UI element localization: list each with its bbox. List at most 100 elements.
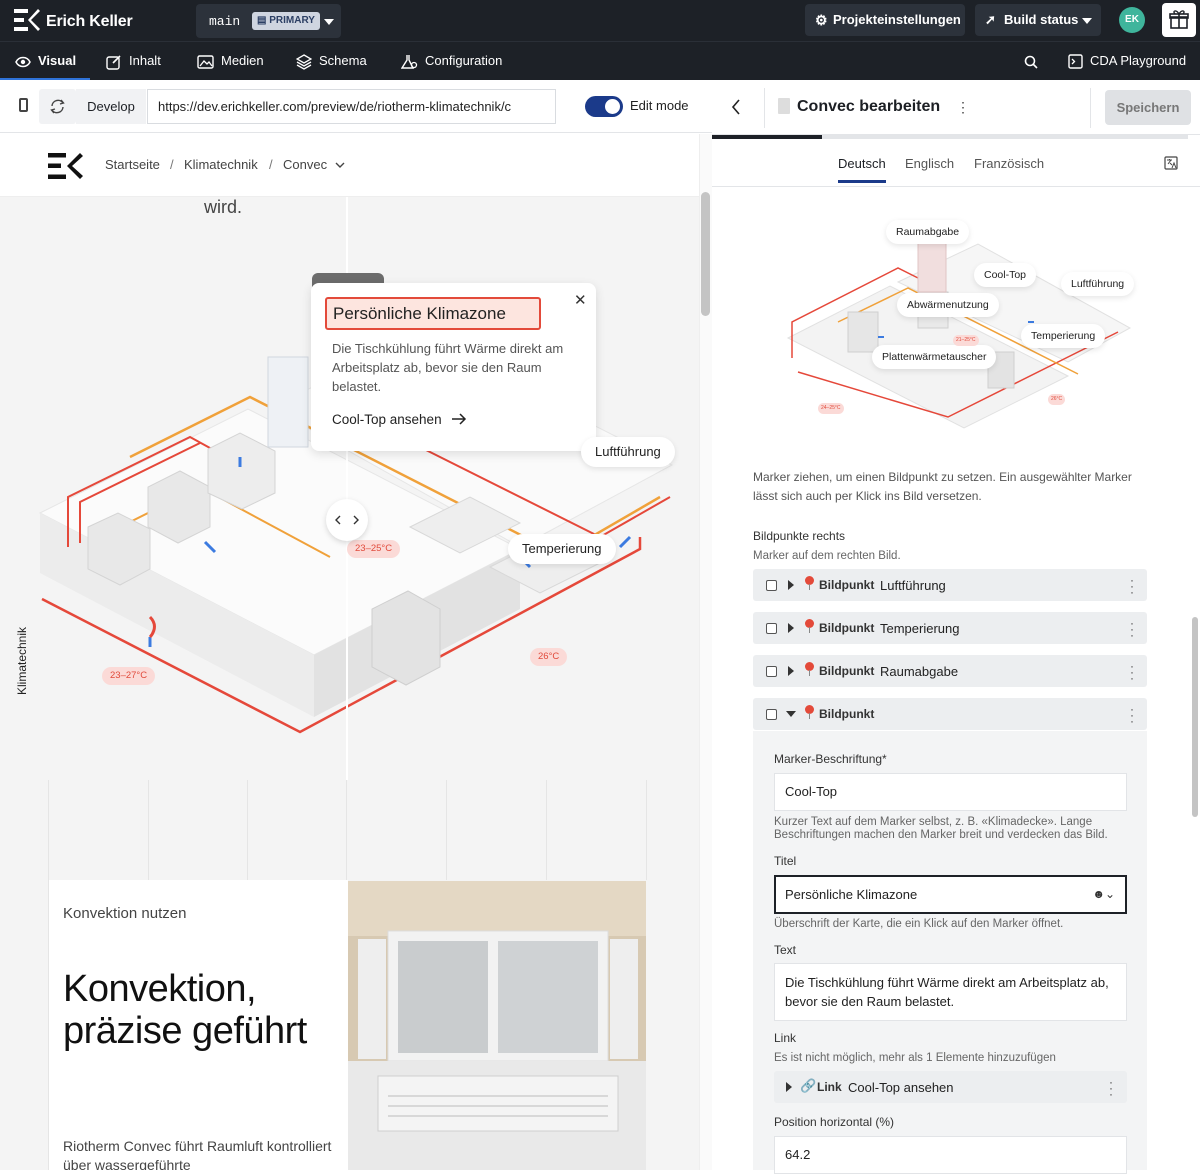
more-options-icon[interactable]: · · ·: [1109, 1076, 1113, 1100]
breadcrumb-klimatechnik[interactable]: Klimatechnik: [184, 157, 258, 172]
environment-selector[interactable]: Develop: [76, 89, 146, 124]
branch-selector[interactable]: main ▤ PRIMARY: [196, 4, 341, 38]
terminal-icon: [1068, 54, 1083, 69]
link-reference-row[interactable]: 🔗 Link Cool-Top ansehen · · ·: [774, 1071, 1127, 1103]
marker-image-thumbnail[interactable]: [778, 212, 1138, 432]
user-avatar[interactable]: EK: [1119, 7, 1145, 33]
thumb-marker-temperierung[interactable]: Temperierung: [1021, 324, 1106, 348]
bildpunkt-row-expanded[interactable]: Bildpunkt · · ·: [753, 698, 1147, 730]
breadcrumb-separator: /: [269, 157, 273, 172]
breadcrumb-separator: /: [170, 157, 174, 172]
marker-label-input[interactable]: Cool-Top: [774, 773, 1127, 811]
close-icon[interactable]: ✕: [574, 291, 587, 309]
thumb-temperature-badge: 26°C: [1048, 394, 1066, 405]
marker-popup-card: Persönliche Klimazone ✕ Die Tischkühlung…: [311, 283, 596, 451]
breadcrumb-convec[interactable]: Convec: [283, 157, 327, 172]
position-horizontal-label: Position horizontal (%): [774, 1115, 895, 1129]
reload-button[interactable]: [39, 89, 76, 124]
row-checkbox[interactable]: [766, 666, 777, 677]
popup-link-label: Cool-Top ansehen: [332, 412, 442, 427]
bildpunkt-kind: Bildpunkt: [819, 621, 875, 635]
project-settings-button[interactable]: ⚙ Projekteinstellungen: [805, 4, 965, 36]
build-status-button[interactable]: ➚ Build status: [975, 4, 1101, 36]
more-options-icon[interactable]: · · ·: [1130, 574, 1134, 598]
thumb-marker-luftfuehrung[interactable]: Luftführung: [1061, 272, 1135, 296]
expand-chevron-icon[interactable]: [788, 666, 794, 676]
mobile-device-icon[interactable]: [19, 98, 28, 112]
chevron-down-icon[interactable]: [335, 162, 345, 168]
popup-title[interactable]: Persönliche Klimazone: [325, 297, 541, 330]
preview-url-field[interactable]: https://dev.erichkeller.com/preview/de/r…: [147, 89, 556, 124]
edit-icon: [106, 54, 121, 70]
breadcrumb-startseite[interactable]: Startseite: [105, 157, 160, 172]
bildpunkt-row[interactable]: Bildpunkt Temperierung · · ·: [753, 612, 1147, 644]
bildpunkt-row[interactable]: Bildpunkt Luftführung · · ·: [753, 569, 1147, 601]
expand-chevron-icon[interactable]: [788, 623, 794, 633]
bildpunkt-row[interactable]: Bildpunkt Raumabgabe · · ·: [753, 655, 1147, 687]
editor-scrollbar[interactable]: [1188, 187, 1200, 1170]
bildpunkt-kind: Bildpunkt: [819, 707, 875, 721]
link-kind: Link: [817, 1080, 842, 1094]
position-horizontal-input[interactable]: 64.2: [774, 1136, 1127, 1174]
thumb-marker-plattenwaermetauscher[interactable]: Plattenwärmetauscher: [872, 345, 997, 369]
arrow-right-icon: [452, 413, 467, 425]
nav-schema[interactable]: Schema: [296, 42, 367, 81]
expand-chevron-icon[interactable]: [788, 580, 794, 590]
expand-chevron-icon[interactable]: [786, 1082, 792, 1092]
tab-deutsch[interactable]: Deutsch: [838, 156, 886, 183]
row-checkbox[interactable]: [766, 580, 777, 591]
rocket-icon: ➚: [985, 12, 996, 27]
more-options-icon[interactable]: · · ·: [1130, 660, 1134, 684]
popup-description: Die Tischkühlung führt Wärme direkt am A…: [332, 341, 564, 394]
grid-cell: [49, 780, 149, 880]
thumb-marker-cool-top[interactable]: Cool-Top: [974, 263, 1037, 287]
grid-cell: [547, 780, 647, 880]
tab-franzoesisch[interactable]: Französisch: [974, 156, 1044, 171]
primary-badge-label: PRIMARY: [269, 15, 315, 26]
compare-slider-handle[interactable]: [326, 499, 368, 541]
nav-configuration-label: Configuration: [425, 53, 503, 68]
whats-new-button[interactable]: [1162, 3, 1196, 37]
site-logo-icon[interactable]: [48, 153, 84, 179]
locale-tabs: Deutsch Englisch Französisch: [712, 135, 1200, 187]
erich-keller-logo-icon: [14, 9, 40, 31]
collapse-chevron-icon[interactable]: [786, 711, 796, 717]
title-help: Überschrift der Karte, die ein Klick auf…: [774, 918, 1064, 930]
title-input[interactable]: Persönliche Klimazone ☻⌄: [774, 875, 1127, 914]
more-options-icon[interactable]: ⋮: [956, 99, 970, 116]
nav-configuration[interactable]: Configuration: [401, 42, 502, 81]
temperature-badge: 23–25°C: [347, 540, 401, 558]
preview-scrollbar[interactable]: [699, 134, 712, 1170]
popup-link[interactable]: Cool-Top ansehen: [332, 412, 467, 427]
back-arrow-icon[interactable]: [731, 98, 741, 116]
page-preview: Startseite / Klimatechnik / Convec wird.…: [0, 134, 699, 1170]
nav-cda-playground[interactable]: CDA Playground: [1068, 42, 1186, 81]
marker-luftfuehrung[interactable]: Luftführung: [581, 437, 675, 467]
bildpunkt-title: Raumabgabe: [880, 664, 959, 679]
thumb-temperature-badge: 21–25°C: [953, 335, 979, 346]
branch-name: main: [209, 14, 241, 29]
row-checkbox[interactable]: [766, 623, 777, 634]
nav-medien-label: Medien: [221, 53, 264, 68]
more-options-icon[interactable]: · · ·: [1130, 617, 1134, 641]
top-bar: Erich Keller main ▤ PRIMARY ⚙ Projektein…: [0, 0, 1200, 41]
translate-icon[interactable]: [1164, 156, 1178, 170]
side-category-label: Klimatechnik: [15, 626, 30, 696]
text-textarea[interactable]: Die Tischkühlung führt Wärme direkt am A…: [774, 963, 1127, 1021]
text-label: Text: [774, 943, 797, 957]
nav-medien[interactable]: Medien: [197, 42, 264, 81]
thumb-marker-raumabgabe[interactable]: Raumabgabe: [886, 220, 970, 244]
edit-mode-toggle[interactable]: [585, 96, 623, 117]
save-button[interactable]: Speichern: [1105, 90, 1191, 125]
user-field-icon[interactable]: ☻⌄: [1092, 877, 1115, 912]
points-sublabel: Marker auf dem rechten Bild.: [753, 550, 901, 562]
search-icon[interactable]: [1024, 55, 1038, 69]
marker-temperierung[interactable]: Temperierung: [508, 534, 616, 564]
row-checkbox[interactable]: [766, 709, 777, 720]
image-icon: [197, 54, 214, 69]
more-options-icon[interactable]: · · ·: [1130, 703, 1134, 727]
thumb-marker-abwaermenutzung[interactable]: Abwärmenutzung: [897, 293, 999, 317]
nav-visual[interactable]: Visual: [0, 42, 90, 81]
tab-englisch[interactable]: Englisch: [905, 156, 954, 171]
nav-inhalt[interactable]: Inhalt: [106, 42, 161, 81]
